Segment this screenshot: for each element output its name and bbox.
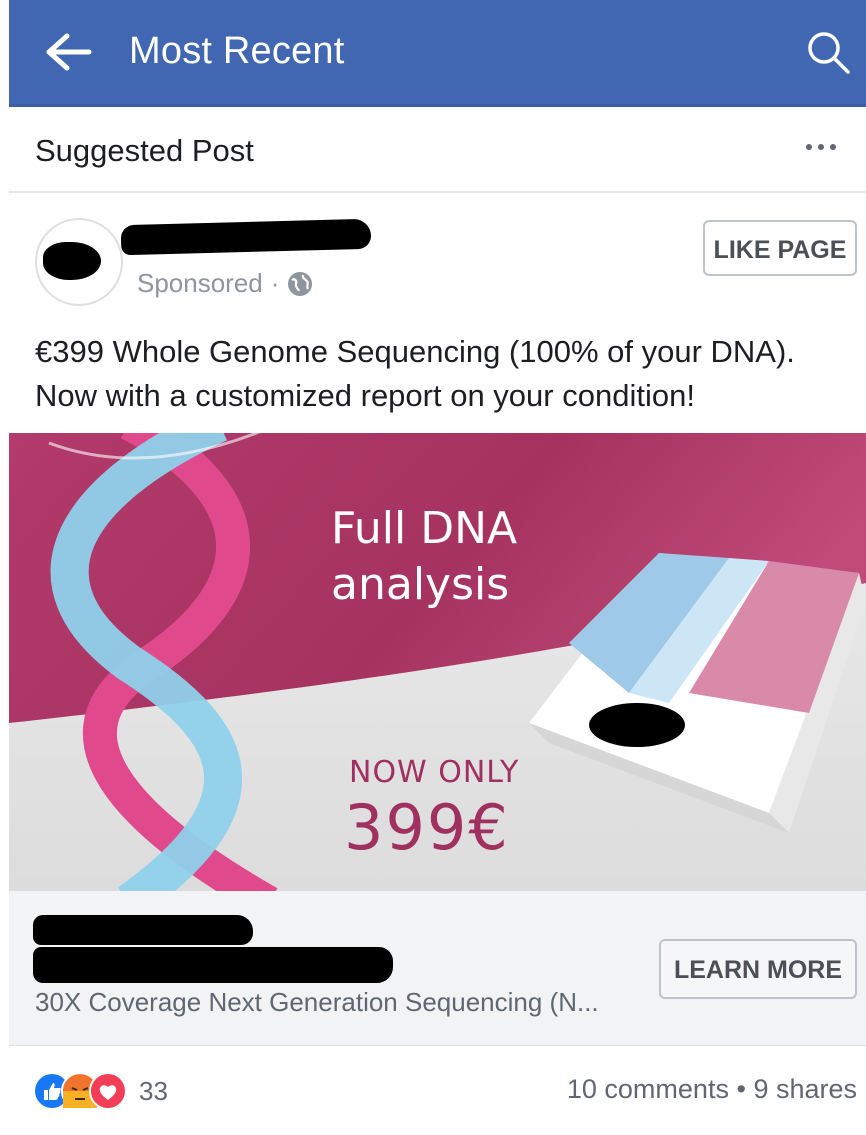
link-description: 30X Coverage Next Generation Sequencing …: [35, 987, 599, 1017]
sponsored-label: Sponsored: [137, 268, 263, 298]
page-title: Most Recent: [129, 30, 345, 72]
comments-count[interactable]: 10 comments: [567, 1074, 729, 1104]
sponsored-line: Sponsored ·: [137, 268, 313, 299]
globe-icon: [288, 271, 313, 296]
reaction-count: 33: [139, 1075, 168, 1106]
ad-image[interactable]: Full DNA analysis NOW ONLY 399€: [9, 433, 866, 891]
ad-headline-line: Full DNA: [331, 503, 518, 554]
section-label: Suggested Post: [35, 133, 254, 168]
suggested-post-row: Suggested Post: [9, 107, 866, 193]
shares-count[interactable]: 9 shares: [753, 1074, 857, 1104]
search-icon[interactable]: [804, 28, 852, 76]
page-name-redaction: [120, 218, 372, 256]
arrow-left-icon[interactable]: [45, 32, 93, 72]
link-preview[interactable]: 30X Coverage Next Generation Sequencing …: [9, 891, 866, 1046]
post-text-line: €399 Whole Genome Sequencing (100% of yo…: [35, 334, 795, 369]
reactions-summary[interactable]: 33: [33, 1072, 168, 1110]
ad-headline: Full DNA analysis: [331, 501, 517, 613]
separator: ·: [270, 268, 280, 298]
separator: •: [736, 1074, 746, 1104]
learn-more-button[interactable]: LEARN MORE: [659, 939, 857, 999]
ad-headline-line: analysis: [331, 559, 510, 610]
engagement-stats[interactable]: 10 comments • 9 shares: [567, 1074, 857, 1105]
post-text: €399 Whole Genome Sequencing (100% of yo…: [35, 330, 855, 418]
ad-now-only: NOW ONLY: [349, 755, 520, 790]
more-dots-icon[interactable]: [806, 137, 846, 157]
avatar[interactable]: [35, 218, 123, 306]
app-frame: Most Recent Suggested Post Sponsored · L…: [9, 0, 866, 1135]
redaction-mark: [33, 947, 393, 983]
redaction-mark: [33, 915, 253, 945]
redaction-mark: [43, 242, 101, 280]
ad-price: 399€: [344, 791, 510, 864]
like-page-button[interactable]: LIKE PAGE: [703, 220, 857, 276]
top-bar: Most Recent: [9, 0, 866, 107]
love-icon: [89, 1072, 127, 1110]
post-text-line: Now with a customized report on your con…: [35, 378, 695, 413]
